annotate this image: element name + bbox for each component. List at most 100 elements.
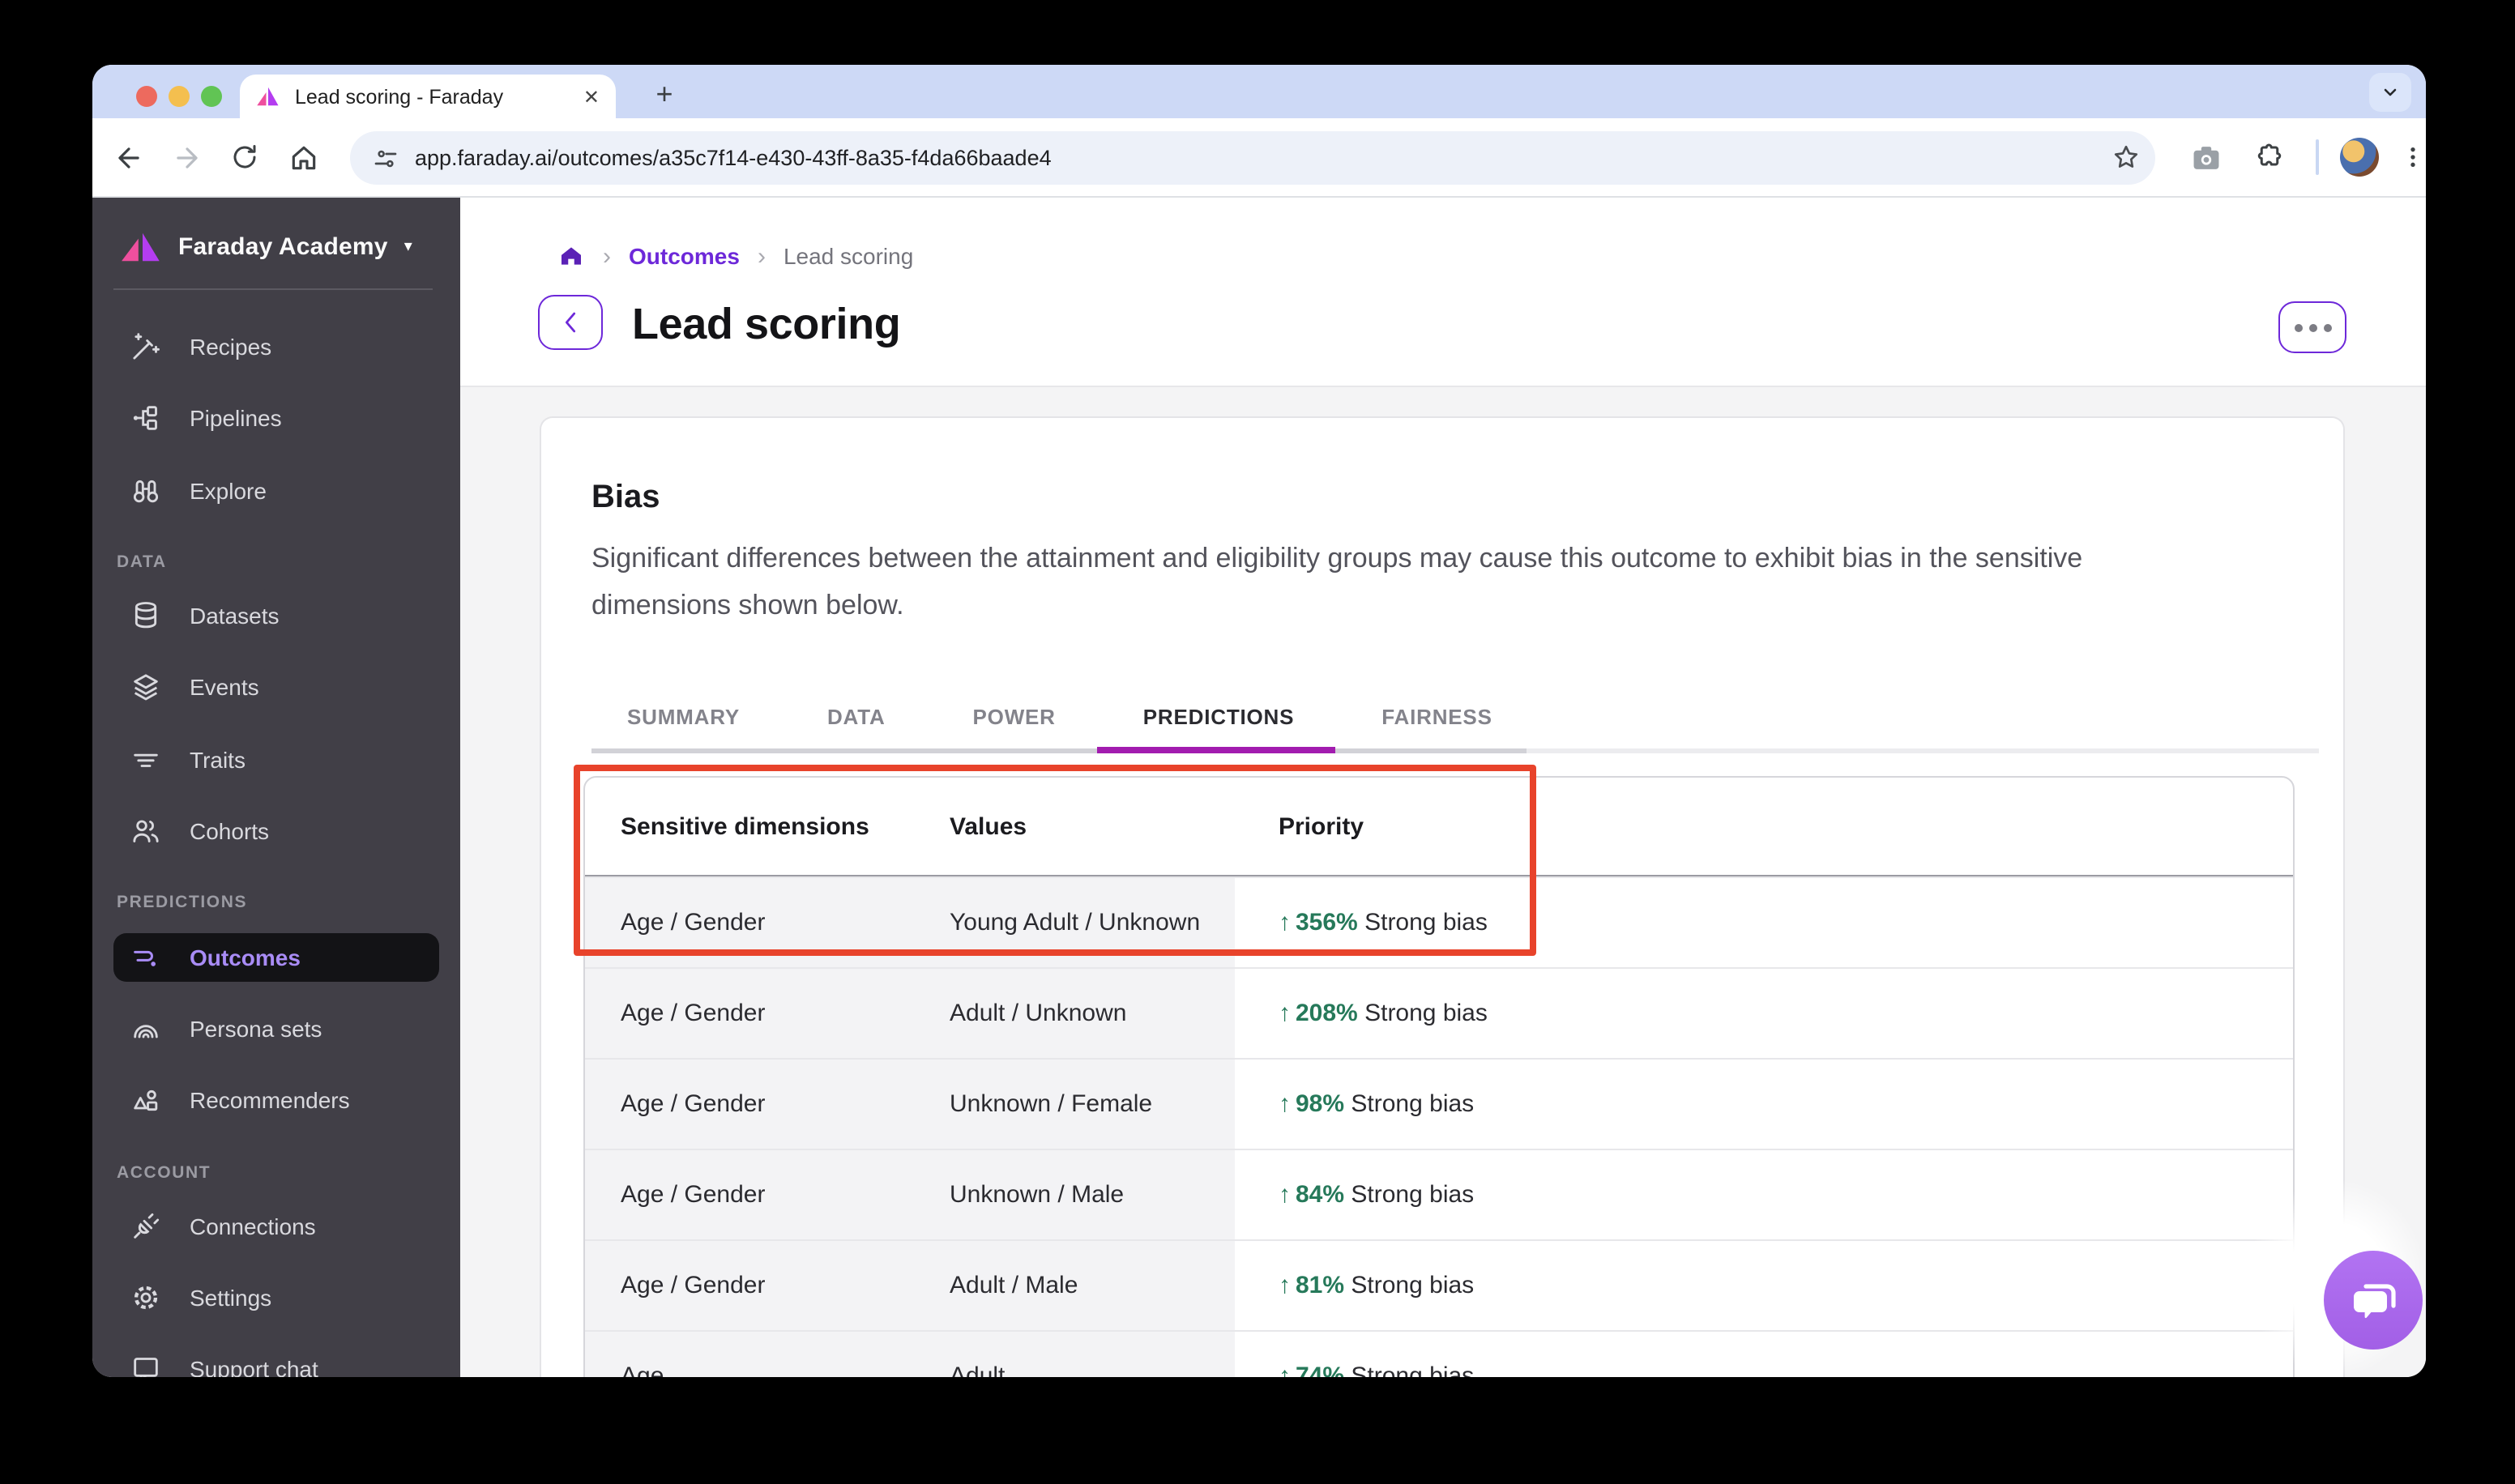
chat-square-icon xyxy=(134,1358,158,1377)
breadcrumb-home-icon[interactable] xyxy=(557,243,585,269)
users-icon xyxy=(133,820,159,842)
kebab-dot xyxy=(2294,323,2302,331)
cell-values: Adult / Male xyxy=(914,1241,1235,1330)
cell-values: Unknown / Male xyxy=(914,1150,1235,1239)
sidebar-item-label: Events xyxy=(190,674,259,700)
workspace-caret-icon: ▾ xyxy=(404,237,412,255)
up-arrow-icon: ↑ xyxy=(1279,1181,1291,1209)
delta-percent: 84% xyxy=(1296,1181,1345,1209)
workspace-switcher[interactable]: Faraday Academy ▾ xyxy=(122,224,446,269)
active-tab-underline xyxy=(1097,747,1335,753)
tab-search-button[interactable] xyxy=(2369,73,2411,112)
sidebar-item-label: Datasets xyxy=(190,603,280,629)
rainbow-icon xyxy=(134,1025,158,1038)
sidebar-item-label: Traits xyxy=(190,747,246,773)
cell-priority: ↑ 81% Strong bias xyxy=(1235,1272,2293,1299)
filter-lines-icon xyxy=(134,753,158,767)
cell-values: Adult / Unknown xyxy=(914,969,1235,1058)
sidebar-item-datasets[interactable]: Datasets xyxy=(113,591,439,640)
database-icon xyxy=(135,602,157,629)
back-button[interactable] xyxy=(538,295,603,350)
more-actions-button[interactable] xyxy=(2278,301,2346,353)
sidebar-item-outcomes[interactable]: Outcomes xyxy=(113,933,439,982)
back-icon[interactable] xyxy=(109,138,147,177)
plug-icon xyxy=(134,1213,160,1239)
bookmark-star-icon[interactable] xyxy=(2107,138,2146,177)
sidebar-item-label: Support chat xyxy=(190,1356,318,1377)
cell-values: Adult xyxy=(914,1332,1235,1377)
sidebar-item-traits[interactable]: Traits xyxy=(113,736,439,784)
up-arrow-icon: ↑ xyxy=(1279,1272,1291,1299)
app-sidebar: Faraday Academy ▾ Recipes Pipelines Expl… xyxy=(92,198,460,1377)
new-tab-button[interactable]: + xyxy=(643,75,685,117)
breadcrumb-separator-icon: › xyxy=(757,242,766,270)
bias-description: Significant differences between the atta… xyxy=(591,543,2083,620)
sidebar-item-label: Outcomes xyxy=(190,945,301,970)
tab-data[interactable]: DATA xyxy=(827,705,886,729)
chevron-down-icon xyxy=(2384,88,2397,96)
camera-icon[interactable] xyxy=(2186,138,2225,177)
profile-avatar[interactable] xyxy=(2340,138,2379,177)
chevron-left-icon xyxy=(565,312,576,333)
tab-close-icon[interactable]: ✕ xyxy=(583,85,600,108)
sidebar-item-pipelines[interactable]: Pipelines xyxy=(113,394,439,442)
sidebar-item-recommenders[interactable]: Recommenders xyxy=(113,1076,439,1124)
sidebar-section-predictions: PREDICTIONS xyxy=(117,893,248,912)
sidebar-item-connections[interactable]: Connections xyxy=(113,1202,439,1251)
sidebar-divider xyxy=(113,288,433,290)
sidebar-item-recipes[interactable]: Recipes xyxy=(113,322,439,371)
browser-menu-kebab-icon[interactable] xyxy=(2393,138,2426,177)
tab-fairness[interactable]: FAIRNESS xyxy=(1381,705,1492,729)
toolbar-separator xyxy=(2316,139,2319,175)
annotation-box xyxy=(574,765,1536,956)
sidebar-item-label: Recipes xyxy=(190,334,272,360)
bias-strength-label: Strong bias xyxy=(1351,1090,1475,1118)
browser-window: Lead scoring - Faraday ✕ + app.faraday.a… xyxy=(92,65,2426,1377)
sidebar-item-support-chat[interactable]: Support chat xyxy=(113,1345,439,1377)
bias-strength-label: Strong bias xyxy=(1351,1272,1475,1299)
support-chat-launcher[interactable] xyxy=(2324,1251,2423,1350)
reload-icon[interactable] xyxy=(225,138,264,177)
breadcrumb-link-outcomes[interactable]: Outcomes xyxy=(629,243,740,269)
up-arrow-icon: ↑ xyxy=(1279,1000,1291,1027)
site-settings-icon[interactable] xyxy=(373,145,399,171)
sidebar-item-label: Connections xyxy=(190,1213,316,1239)
sidebar-item-explore[interactable]: Explore xyxy=(113,467,439,515)
browser-tab[interactable]: Lead scoring - Faraday ✕ xyxy=(240,75,616,118)
page-header xyxy=(460,198,2426,387)
bias-strength-label: Strong bias xyxy=(1364,1000,1488,1027)
table-row[interactable]: Age / Gender Adult / Male ↑ 81% Strong bi… xyxy=(585,1239,2293,1330)
page-title: Lead scoring xyxy=(632,300,901,348)
workspace-name: Faraday Academy xyxy=(178,232,388,260)
extensions-puzzle-icon[interactable] xyxy=(2248,138,2287,177)
window-zoom-button[interactable] xyxy=(201,86,222,107)
cell-dimension: Age / Gender xyxy=(585,1060,914,1149)
up-arrow-icon: ↑ xyxy=(1279,1362,1291,1377)
table-row[interactable]: Age / Gender Adult / Unknown ↑ 208% Stron… xyxy=(585,967,2293,1058)
breadcrumb: › Outcomes › Lead scoring xyxy=(557,240,913,272)
cell-values: Unknown / Female xyxy=(914,1060,1235,1149)
sidebar-item-persona-sets[interactable]: Persona sets xyxy=(113,1004,439,1053)
sidebar-section-account: ACCOUNT xyxy=(117,1163,211,1183)
forward-icon[interactable] xyxy=(167,138,206,177)
tab-power[interactable]: POWER xyxy=(973,705,1056,729)
table-row[interactable]: Age / Gender Unknown / Male ↑ 84% Strong … xyxy=(585,1149,2293,1239)
sidebar-item-events[interactable]: Events xyxy=(113,663,439,711)
sidebar-item-settings[interactable]: Settings xyxy=(113,1273,439,1322)
tab-summary[interactable]: SUMMARY xyxy=(627,705,740,729)
table-row[interactable]: Age Adult ↑ 74% Strong bias xyxy=(585,1330,2293,1377)
gear-icon xyxy=(134,1286,158,1310)
table-row[interactable]: Age / Gender Unknown / Female ↑ 98% Stron… xyxy=(585,1058,2293,1149)
kebab-dot xyxy=(2323,323,2331,331)
sidebar-item-label: Explore xyxy=(190,478,267,504)
window-close-button[interactable] xyxy=(136,86,157,107)
bias-heading: Bias xyxy=(591,480,660,515)
window-minimize-button[interactable] xyxy=(169,86,190,107)
bias-strength-label: Strong bias xyxy=(1351,1362,1475,1377)
delta-percent: 81% xyxy=(1296,1272,1345,1299)
tab-predictions[interactable]: PREDICTIONS xyxy=(1143,705,1295,729)
breadcrumb-separator-icon: › xyxy=(603,242,611,270)
home-icon[interactable] xyxy=(284,138,322,177)
sidebar-item-cohorts[interactable]: Cohorts xyxy=(113,807,439,855)
address-bar[interactable]: app.faraday.ai/outcomes/a35c7f14-e430-43… xyxy=(350,131,2155,185)
